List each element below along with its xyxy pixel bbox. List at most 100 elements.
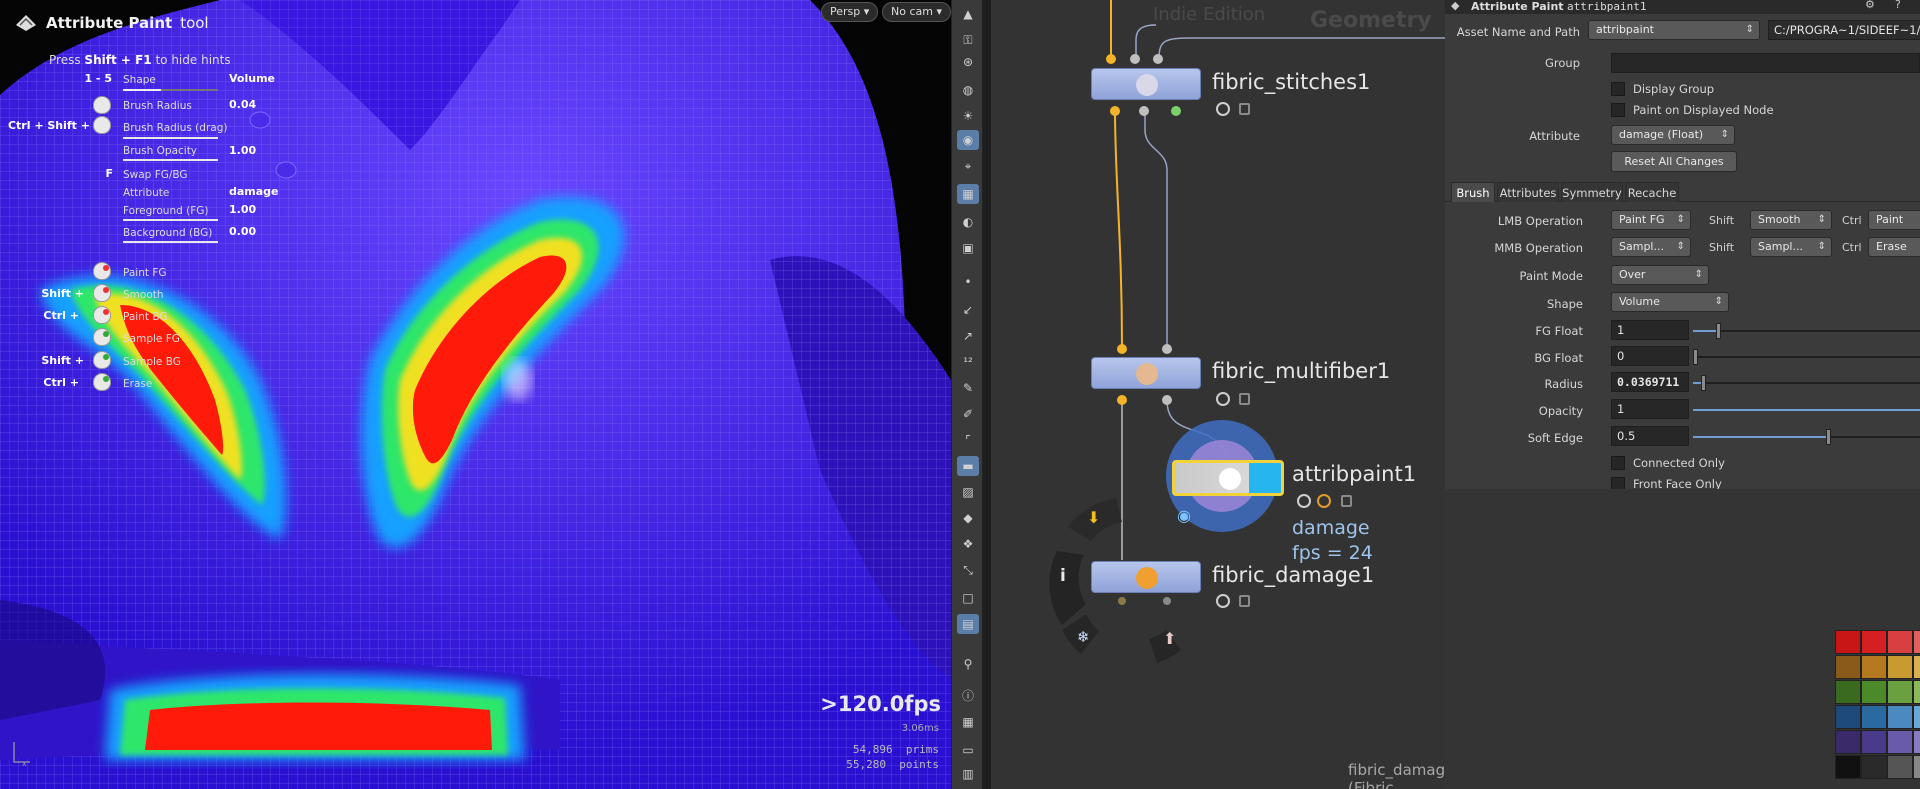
palette-swatch[interactable] xyxy=(1887,630,1913,654)
palette-swatch[interactable] xyxy=(1835,655,1861,679)
scene-viewport[interactable]: Attribute Paint tool Press Shift + F1 to… xyxy=(0,0,951,789)
radial-hammer-icon[interactable]: ⬆ xyxy=(1163,629,1176,648)
lock-icon[interactable] xyxy=(1239,595,1250,607)
shading-icon[interactable]: ▣ xyxy=(957,238,979,258)
bypass-flag-icon[interactable] xyxy=(1297,494,1311,508)
radius-field[interactable]: 0.0369711 xyxy=(1611,372,1689,392)
info-icon[interactable]: ⓘ xyxy=(957,686,979,706)
palette-swatch[interactable] xyxy=(1887,730,1913,754)
eye-icon[interactable]: ◐ xyxy=(957,212,979,232)
radial-freeze-icon[interactable]: ❄ xyxy=(1077,628,1090,646)
palette-swatch[interactable] xyxy=(1913,680,1920,704)
lmb-operation-menu[interactable]: Paint FG xyxy=(1611,210,1691,230)
front-face-only-checkbox[interactable] xyxy=(1611,477,1625,489)
display-group-checkbox[interactable] xyxy=(1611,82,1625,96)
grid-icon[interactable]: ▦ xyxy=(957,712,979,732)
palette-swatch[interactable] xyxy=(1887,755,1913,779)
panel-divider[interactable] xyxy=(983,0,991,789)
opacity-field[interactable]: 1 xyxy=(1611,399,1689,419)
tab-attributes[interactable]: Attributes xyxy=(1497,182,1559,202)
palette-swatch[interactable] xyxy=(1835,680,1861,704)
lock-icon[interactable] xyxy=(1341,495,1352,507)
palette-swatch[interactable] xyxy=(1861,755,1887,779)
brush-icon[interactable]: ✎ xyxy=(957,378,979,398)
bypass-flag-icon[interactable] xyxy=(1216,102,1230,116)
sphere-icon[interactable]: ◍ xyxy=(957,80,979,100)
radial-down-arrow-icon[interactable]: ⬇ xyxy=(1087,508,1100,527)
square-icon[interactable]: □ xyxy=(957,588,979,608)
overlay-icon[interactable]: ▤ xyxy=(957,614,979,634)
palette-swatch[interactable] xyxy=(1913,730,1920,754)
node-fibric-multifiber[interactable] xyxy=(1091,357,1201,389)
node-fibric-damage[interactable] xyxy=(1091,561,1201,593)
paint-on-displayed-checkbox[interactable] xyxy=(1611,103,1625,117)
soft-edge-slider[interactable] xyxy=(1693,429,1920,445)
palette-swatch[interactable] xyxy=(1861,705,1887,729)
node-fibric-stitches[interactable] xyxy=(1091,68,1201,100)
bypass-flag-icon[interactable] xyxy=(1216,594,1230,608)
palette-swatch[interactable] xyxy=(1835,730,1861,754)
mmb-ctrl-menu[interactable]: Erase xyxy=(1868,237,1920,257)
palette-swatch[interactable] xyxy=(1913,705,1920,729)
palette-swatch[interactable] xyxy=(1861,655,1887,679)
shape-menu[interactable]: Volume xyxy=(1611,292,1729,312)
connected-only-checkbox[interactable] xyxy=(1611,456,1625,470)
active-tool-icon[interactable]: ▬ xyxy=(957,456,979,476)
tab-recache[interactable]: Recache xyxy=(1625,182,1679,202)
number-icon[interactable]: ¹² xyxy=(957,352,979,372)
corner-icon[interactable]: ⌜ xyxy=(957,430,979,450)
bg-float-field[interactable]: 0 xyxy=(1611,346,1689,366)
palette-swatch[interactable] xyxy=(1887,655,1913,679)
soft-edge-field[interactable]: 0.5 xyxy=(1611,426,1689,446)
lock-icon[interactable] xyxy=(1239,103,1250,115)
paint-icon[interactable]: ✐ xyxy=(957,404,979,424)
pin-icon[interactable]: ⚲ xyxy=(957,654,979,674)
light-icon[interactable]: ☀ xyxy=(957,106,979,126)
help-icon[interactable]: ? xyxy=(1895,0,1901,11)
mmb-operation-menu[interactable]: Sampl... xyxy=(1611,237,1691,257)
lock-icon[interactable] xyxy=(1239,393,1250,405)
bypass-flag-icon[interactable] xyxy=(1216,392,1230,406)
persp-menu[interactable]: Persp ▾ xyxy=(821,2,879,22)
palette-swatch[interactable] xyxy=(1913,755,1920,779)
palette-swatch[interactable] xyxy=(1887,705,1913,729)
lmb-ctrl-menu[interactable]: Paint xyxy=(1868,210,1920,230)
tab-symmetry[interactable]: Symmetry xyxy=(1561,182,1623,202)
palette-swatch[interactable] xyxy=(1835,630,1861,654)
node-attribpaint[interactable] xyxy=(1172,460,1284,496)
display-options-icon[interactable]: ◉ xyxy=(957,130,979,150)
fg-float-field[interactable]: 1 xyxy=(1611,320,1689,340)
diamond-icon[interactable]: ◆ xyxy=(957,508,979,528)
gear-icon[interactable] xyxy=(1317,494,1331,508)
wireframe-icon[interactable]: ▦ xyxy=(957,184,979,204)
snap-icon[interactable]: ⊛ xyxy=(957,52,979,72)
radial-eye-icon[interactable]: ◉ xyxy=(1177,506,1191,525)
palette-swatch[interactable] xyxy=(1887,680,1913,704)
lmb-shift-menu[interactable]: Smooth xyxy=(1750,210,1832,230)
screen-icon[interactable]: ▭ xyxy=(957,740,979,760)
group-icon[interactable]: ❖ xyxy=(957,534,979,554)
reset-all-changes-button[interactable]: Reset All Changes xyxy=(1611,151,1737,172)
point-icon[interactable]: • xyxy=(957,272,979,292)
normals-icon[interactable]: ↙ xyxy=(957,300,979,320)
radial-info-icon[interactable]: i xyxy=(1060,566,1066,586)
palette-swatch[interactable] xyxy=(1913,630,1920,654)
texture-icon[interactable]: ▨ xyxy=(957,482,979,502)
network-editor[interactable]: Indie Edition Geometry fibric_stitches1 … xyxy=(991,0,1445,789)
tab-brush[interactable]: Brush xyxy=(1451,182,1495,202)
palette-swatch[interactable] xyxy=(1835,705,1861,729)
attribute-menu[interactable]: damage (Float) xyxy=(1611,125,1735,145)
palette-swatch[interactable] xyxy=(1861,680,1887,704)
palette-swatch[interactable] xyxy=(1835,755,1861,779)
radius-slider[interactable] xyxy=(1693,375,1920,391)
transform-icon[interactable]: ⤡ xyxy=(957,560,979,580)
gear-icon[interactable]: ⚙ xyxy=(1865,0,1875,11)
fg-float-slider[interactable] xyxy=(1693,323,1920,339)
lock-icon[interactable]: ⚿ xyxy=(957,30,979,50)
vector-icon[interactable]: ↗ xyxy=(957,326,979,346)
arrow-up-icon[interactable]: ▲ xyxy=(957,4,979,24)
film-icon[interactable]: ▥ xyxy=(957,764,979,784)
opacity-slider[interactable] xyxy=(1693,409,1920,411)
palette-swatch[interactable] xyxy=(1913,655,1920,679)
palette-swatch[interactable] xyxy=(1861,630,1887,654)
